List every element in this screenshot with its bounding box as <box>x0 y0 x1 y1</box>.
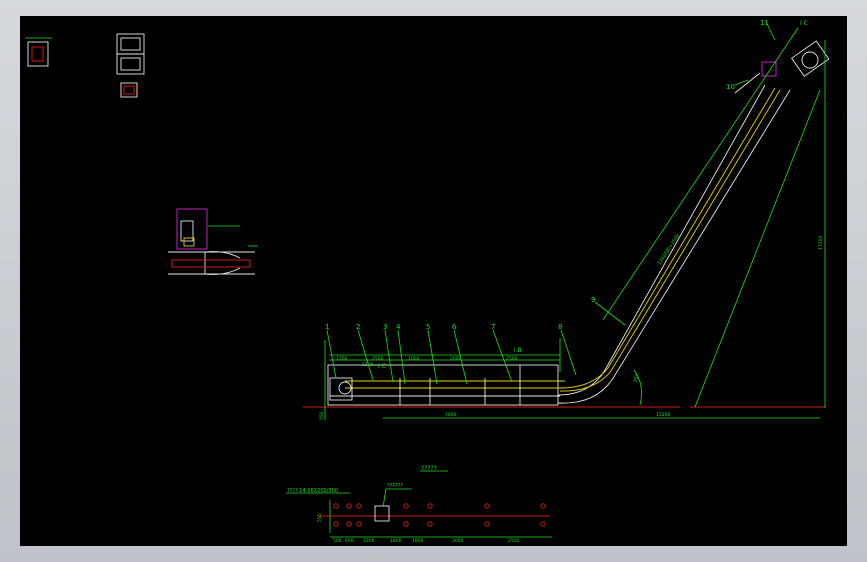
dim-top-3: 1500 <box>362 362 374 368</box>
plan-dim-2: 600 <box>345 538 354 544</box>
part-label-8: 8 <box>558 323 562 331</box>
plan-dim-5: 1800 <box>412 538 424 544</box>
plan-bolt-note: ???? 14-16X200/300 <box>287 488 338 494</box>
plan-dim-7: 2500 <box>508 538 520 544</box>
plan-dim-1: 500 <box>333 538 342 544</box>
dim-top-2: 2500 <box>372 356 384 362</box>
dim-top-4: 1000 <box>408 356 420 362</box>
foundation-plan-view <box>286 470 552 538</box>
dimension-lines <box>324 27 826 420</box>
part-label-1: 1 <box>325 323 329 331</box>
dim-total-right: 15200 <box>656 412 670 418</box>
plan-side-dim: 550 <box>317 513 323 522</box>
part-label-11: 11 <box>760 19 769 27</box>
plan-title: ????? <box>421 465 437 472</box>
conveyor-inclined-section <box>557 40 830 404</box>
dim-top-5: 2000 <box>450 356 462 362</box>
part-label-10: 10 <box>726 83 735 91</box>
detail-view-b <box>116 33 145 98</box>
plan-dim-6: 3000 <box>452 538 464 544</box>
plan-dim-4: 1800 <box>390 538 402 544</box>
part-leaders <box>326 21 776 385</box>
conveyor-drawing: 1 2 3 4 5 6 7 8 9 10 11 I C I B I C 1200… <box>25 19 830 544</box>
part-label-2: 2 <box>356 323 360 331</box>
drawing-canvas[interactable]: 1 2 3 4 5 6 7 8 9 10 11 I C I B I C 1200… <box>20 16 847 546</box>
plan-anchor-note: ?????? <box>387 483 403 489</box>
dim-vertical: 17200 <box>818 236 824 250</box>
section-mark-c: I C <box>378 363 386 370</box>
dim-top-6: 2500 <box>506 356 518 362</box>
plan-dim-3: 1200 <box>363 538 375 544</box>
height-left: 550 <box>319 411 325 420</box>
dim-top-1: 1200 <box>336 356 348 362</box>
cad-window: 1 2 3 4 5 6 7 8 9 10 11 I C I B I C 1200… <box>0 0 867 562</box>
part-label-4: 4 <box>396 323 401 331</box>
part-label-5: 5 <box>426 323 430 331</box>
drive-detail-view <box>168 208 258 275</box>
part-label-7: 7 <box>491 323 495 331</box>
detail-view-a <box>25 37 52 67</box>
part-label-3: 3 <box>383 323 387 331</box>
section-mark-b: I B <box>514 347 522 354</box>
part-label-9: 9 <box>591 296 595 304</box>
section-mark-c-top: I C <box>800 20 808 27</box>
dim-total-left: 7000 <box>445 412 457 418</box>
part-label-6: 6 <box>452 323 457 331</box>
